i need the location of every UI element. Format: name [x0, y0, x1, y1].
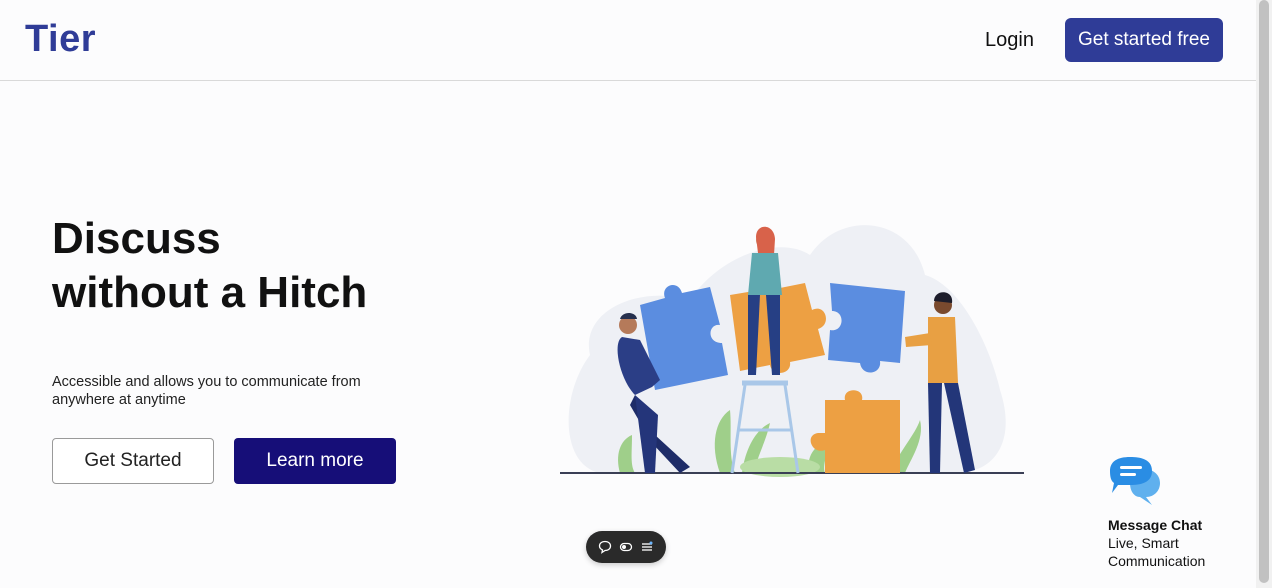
menu-icon[interactable] [639, 539, 655, 555]
chat-widget-subtitle: Live, Smart Communication [1108, 535, 1206, 569]
hero-headline: Discuss without a Hitch [52, 214, 368, 317]
chat-widget-title: Message Chat [1108, 517, 1203, 533]
scrollbar[interactable] [1256, 0, 1272, 588]
teamwork-puzzle-illustration [560, 225, 1024, 477]
get-started-free-button[interactable]: Get started free [1065, 18, 1223, 62]
hero-subtitle: Accessible and allows you to communicate… [52, 374, 361, 408]
chat-bubbles-icon[interactable] [1108, 455, 1162, 507]
learn-more-button[interactable]: Learn more [234, 438, 396, 484]
toggle-icon[interactable] [618, 539, 634, 555]
login-link[interactable]: Login [985, 29, 1034, 52]
puzzle-blue-right [828, 283, 905, 373]
floating-toolbar [586, 531, 666, 563]
scrollbar-thumb[interactable] [1259, 0, 1269, 583]
comment-icon[interactable] [597, 539, 613, 555]
get-started-button[interactable]: Get Started [52, 438, 214, 484]
logo[interactable]: Tier [25, 18, 96, 61]
site-header: Tier Login Get started free [0, 0, 1256, 81]
message-chat-widget[interactable]: Message Chat Live, Smart Communication [1108, 455, 1248, 570]
